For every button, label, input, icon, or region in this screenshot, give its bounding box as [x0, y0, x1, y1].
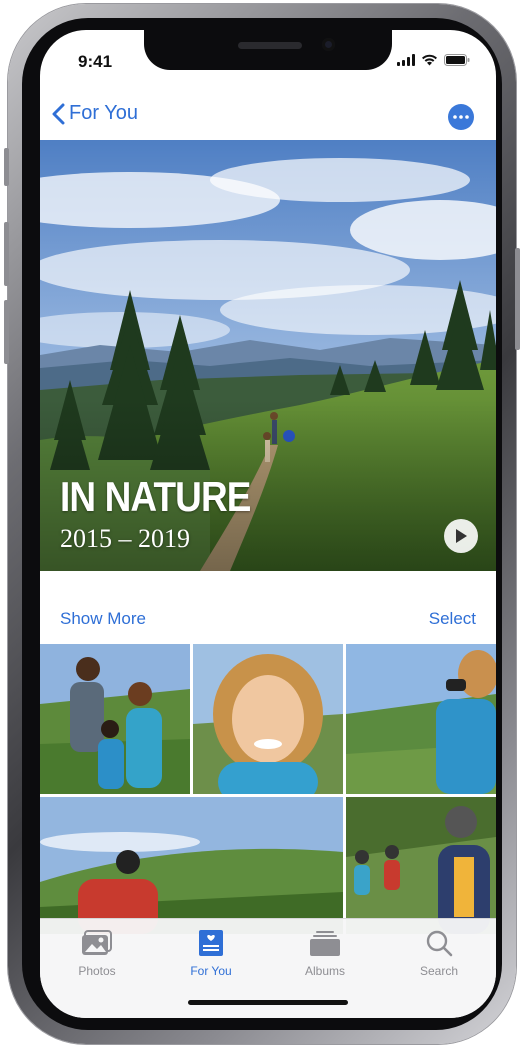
tab-for-you[interactable]: For You — [154, 929, 268, 978]
show-more-button[interactable]: Show More — [60, 609, 146, 629]
silent-switch — [4, 148, 9, 186]
photo-binoculars — [346, 644, 496, 794]
screen: 9:41 For You IN NATURE 2015 – 2019 Show … — [40, 30, 496, 1018]
more-options-button[interactable] — [448, 104, 474, 130]
back-label: For You — [69, 102, 138, 124]
search-icon — [426, 930, 453, 957]
photo-bikers — [346, 797, 496, 934]
photo-biker-landscape — [40, 797, 343, 934]
status-icons — [397, 54, 470, 66]
memory-hero[interactable]: IN NATURE 2015 – 2019 — [40, 140, 496, 571]
photo-tile[interactable] — [40, 797, 343, 934]
photos-icon — [82, 930, 112, 955]
signal-icon — [397, 54, 415, 66]
tab-albums-label: Albums — [304, 964, 345, 978]
photo-tile[interactable] — [193, 644, 343, 794]
home-indicator[interactable] — [188, 1000, 348, 1005]
photo-tile[interactable] — [346, 797, 496, 934]
speaker — [238, 42, 302, 49]
section-header: Show More Select — [40, 602, 496, 636]
wifi-icon — [422, 54, 437, 66]
photo-family-hiking — [40, 644, 190, 794]
play-button[interactable] — [444, 519, 478, 553]
tab-photos[interactable]: Photos — [40, 929, 154, 978]
volume-up-button — [4, 222, 9, 286]
albums-icon — [310, 931, 340, 956]
front-camera — [322, 38, 335, 51]
notch — [144, 30, 392, 70]
tab-search-label: Search — [419, 964, 459, 978]
volume-down-button — [4, 300, 9, 364]
navigation-bar: For You — [40, 92, 496, 140]
play-icon — [456, 529, 467, 543]
photo-tile[interactable] — [346, 644, 496, 794]
select-button[interactable]: Select — [429, 609, 476, 629]
photo-tile[interactable] — [40, 644, 190, 794]
battery-icon — [444, 54, 470, 66]
tab-albums[interactable]: Albums — [268, 929, 382, 978]
memory-years: 2015 – 2019 — [60, 524, 190, 553]
for-you-icon — [199, 930, 223, 956]
photo-girl-portrait — [193, 644, 343, 794]
status-time: 9:41 — [78, 52, 113, 71]
tab-photos-label: Photos — [78, 964, 116, 978]
memory-title: IN NATURE — [60, 473, 251, 520]
ellipsis-icon — [453, 115, 469, 119]
tab-for-you-label: For You — [190, 964, 232, 978]
photo-grid — [40, 644, 496, 934]
tab-search[interactable]: Search — [382, 929, 496, 978]
power-button — [515, 248, 520, 350]
chevron-left-icon — [52, 103, 65, 124]
back-button[interactable]: For You — [52, 102, 138, 125]
